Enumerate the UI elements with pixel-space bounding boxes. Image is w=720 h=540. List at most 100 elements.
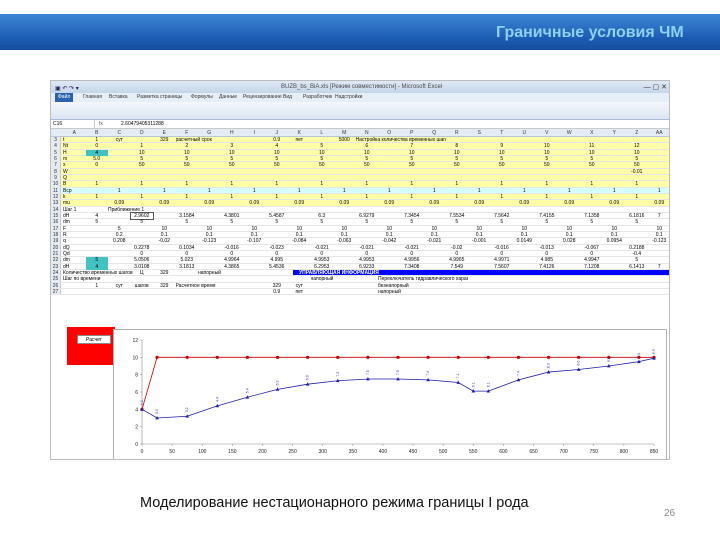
- column-header[interactable]: E: [153, 129, 176, 137]
- column-header[interactable]: V: [536, 129, 559, 137]
- row-number[interactable]: 22: [51, 257, 61, 263]
- excel-titlebar: ▣ ↶ ↷ ▾ ВUZB_bs_BiA.xls [Режим совместим…: [51, 81, 669, 93]
- column-header[interactable]: R: [446, 129, 469, 137]
- data-label: 4.0: [140, 400, 144, 405]
- chart-svg: 0 2 4 6 8 10 12 0 50 100 150 200 250 300 350 400 450 500 5…: [132, 338, 659, 455]
- data-label: 3.0: [155, 409, 159, 414]
- column-header[interactable]: F: [176, 129, 199, 137]
- data-label: 6.1: [471, 382, 475, 387]
- column-header[interactable]: X: [581, 129, 604, 137]
- row-number[interactable]: 24: [51, 269, 61, 276]
- column-header[interactable]: P: [401, 129, 424, 137]
- row-number[interactable]: 13: [51, 200, 61, 206]
- tab-5[interactable]: Данные: [219, 93, 237, 102]
- tab-8[interactable]: Разработчик: [303, 93, 332, 102]
- x-tick-label: 450: [409, 449, 418, 455]
- x-tick-label: 250: [288, 449, 297, 455]
- x-tick-label: 200: [258, 449, 267, 455]
- row-number[interactable]: 8: [51, 168, 61, 175]
- excel-window-title: ВUZB_bs_BiA.xls [Режим совместимости] - …: [281, 84, 443, 90]
- tab-4[interactable]: Формулы: [191, 93, 213, 102]
- data-label: 6.3: [276, 380, 280, 385]
- row-number[interactable]: 27: [51, 288, 61, 295]
- formula-input[interactable]: 2.60479405311288: [121, 120, 164, 129]
- data-label: 9.5: [637, 353, 641, 358]
- series-line-blue: [141, 357, 655, 419]
- row-number[interactable]: 15: [51, 212, 61, 219]
- fx-icon[interactable]: fx: [99, 120, 103, 129]
- column-header[interactable]: D: [131, 129, 154, 137]
- row-number[interactable]: 4: [51, 143, 61, 149]
- row-number[interactable]: 14: [51, 206, 61, 213]
- data-point-red: [486, 355, 490, 359]
- ribbon-body: [51, 102, 669, 120]
- tab-0[interactable]: Файл: [55, 93, 74, 102]
- tab-2[interactable]: Вставка: [109, 93, 128, 102]
- data-label: 7.4: [426, 371, 430, 376]
- x-tick-label: 750: [590, 449, 599, 455]
- row-number[interactable]: 16: [51, 219, 61, 225]
- row-number[interactable]: 5: [51, 149, 61, 156]
- column-header[interactable]: Q: [423, 129, 446, 137]
- row-number[interactable]: 25: [51, 276, 61, 282]
- x-tick-label: 650: [529, 449, 538, 455]
- column-header[interactable]: L: [311, 129, 334, 137]
- column-header[interactable]: M: [333, 129, 356, 137]
- data-point-red: [336, 355, 340, 359]
- tab-3[interactable]: Разметка страницы: [137, 93, 182, 102]
- tab-6[interactable]: Рецензирование: [243, 93, 282, 102]
- row-number[interactable]: 12: [51, 193, 61, 200]
- column-header[interactable]: I: [243, 129, 266, 137]
- column-header[interactable]: T: [491, 129, 514, 137]
- row-number[interactable]: 9: [51, 174, 61, 181]
- cell[interactable]: 0.9: [266, 289, 289, 295]
- column-header[interactable]: G: [198, 129, 221, 137]
- column-header[interactable]: S: [468, 129, 491, 137]
- column-header[interactable]: C: [108, 129, 131, 137]
- row-number[interactable]: 23: [51, 263, 61, 270]
- column-header[interactable]: W: [558, 129, 581, 137]
- chart[interactable]: 0 2 4 6 8 10 12 0 50 100 150 200 250 300 350 400 450 500 5…: [113, 329, 667, 459]
- row-number[interactable]: 17: [51, 225, 61, 232]
- column-header[interactable]: Z: [626, 129, 649, 137]
- row-number[interactable]: 7: [51, 162, 61, 168]
- column-header[interactable]: A: [63, 129, 86, 137]
- tab-7[interactable]: Вид: [283, 93, 292, 102]
- data-label: 7.5: [366, 370, 370, 375]
- column-header[interactable]: K: [288, 129, 311, 137]
- column-header[interactable]: Y: [603, 129, 626, 137]
- row-number[interactable]: 21: [51, 250, 61, 257]
- row-number[interactable]: 6: [51, 155, 61, 162]
- column-header[interactable]: O: [378, 129, 401, 137]
- row-number[interactable]: 18: [51, 231, 61, 238]
- cell[interactable]: пет: [288, 289, 311, 295]
- column-header[interactable]: U: [513, 129, 536, 137]
- row-number[interactable]: 26: [51, 282, 61, 289]
- column-header[interactable]: H: [221, 129, 244, 137]
- y-tick-label: 6: [135, 390, 138, 396]
- column-header[interactable]: N: [356, 129, 379, 137]
- cell[interactable]: напорный: [378, 289, 401, 295]
- x-tick-label: 850: [650, 449, 659, 455]
- data-label: 7.1: [456, 374, 460, 379]
- column-header[interactable]: B: [86, 129, 109, 137]
- x-tick-label: 700: [559, 449, 568, 455]
- name-box[interactable]: C16: [51, 120, 95, 129]
- x-tick-label: 600: [499, 449, 508, 455]
- x-tick-label: 800: [620, 449, 629, 455]
- row-number[interactable]: 11: [51, 187, 61, 194]
- column-header[interactable]: J: [266, 129, 289, 137]
- column-header[interactable]: AA: [648, 129, 669, 137]
- tab-1[interactable]: Главная: [83, 93, 102, 102]
- x-tick-label: 400: [379, 449, 388, 455]
- data-point-red: [245, 355, 250, 359]
- data-point-red: [155, 355, 159, 359]
- tab-9[interactable]: Надстройки: [335, 93, 362, 102]
- row-number[interactable]: 19: [51, 238, 61, 244]
- data-point-red: [546, 355, 551, 359]
- run-button[interactable]: Расчет: [77, 335, 111, 344]
- row-number[interactable]: 3: [51, 137, 61, 143]
- row-number[interactable]: 20: [51, 244, 61, 251]
- data-point-red: [185, 355, 189, 359]
- row-number[interactable]: 10: [51, 181, 61, 187]
